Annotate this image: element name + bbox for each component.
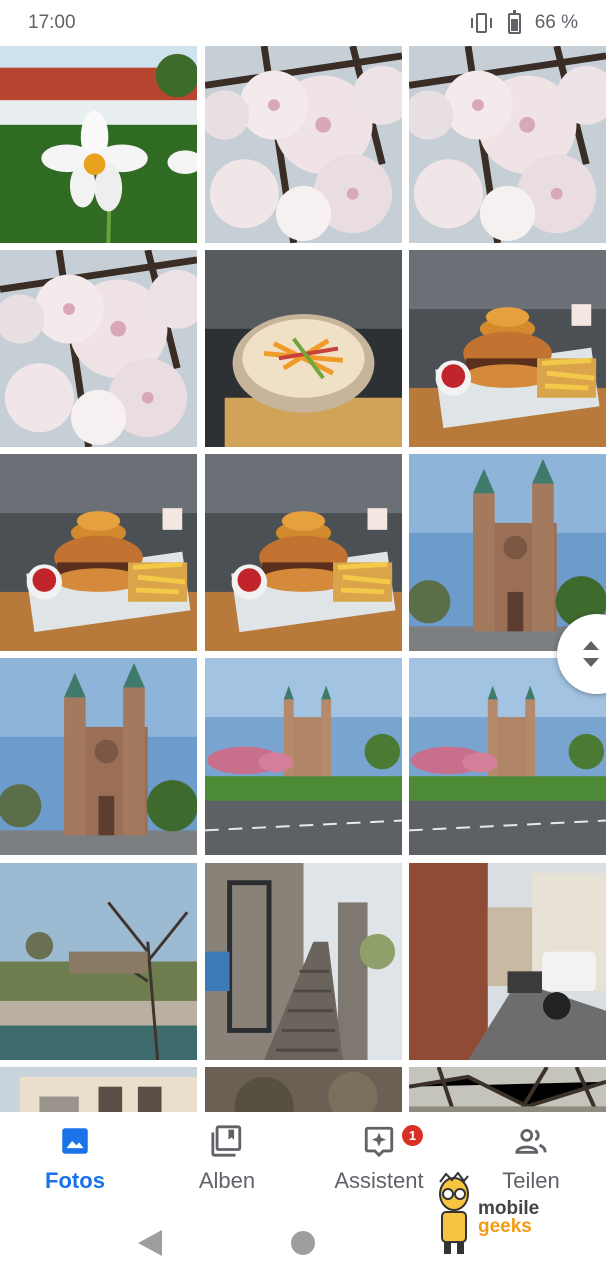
photo-blossom-3[interactable] xyxy=(0,250,197,447)
photo-building[interactable] xyxy=(0,1067,197,1112)
nav-fotos-label: Fotos xyxy=(45,1168,105,1193)
nav-assistent-label: Assistent xyxy=(334,1168,424,1193)
photo-street-image xyxy=(409,863,606,1060)
arrow-down-icon xyxy=(583,658,599,667)
photo-stairs[interactable] xyxy=(205,863,402,1060)
photo-salad-image xyxy=(205,250,402,447)
photo-blossom-1-image xyxy=(205,46,402,243)
photo-park-image xyxy=(0,863,197,1060)
photo-church-2-image xyxy=(0,658,197,855)
photo-salad[interactable] xyxy=(205,250,402,447)
notification-badge: 1 xyxy=(402,1125,423,1146)
photo-blossom-3-image xyxy=(0,250,197,447)
battery-charging-icon xyxy=(507,9,521,34)
photo-blossom-2-image xyxy=(409,46,606,243)
home-icon[interactable] xyxy=(291,1231,315,1255)
people-icon xyxy=(515,1128,547,1154)
photo-park[interactable] xyxy=(0,863,197,1060)
photo-daffodil[interactable] xyxy=(0,46,197,243)
photo-street[interactable] xyxy=(409,863,606,1060)
photo-church-3[interactable] xyxy=(205,658,402,855)
photo-daffodil-image xyxy=(0,46,197,243)
photo-icon xyxy=(62,1128,88,1154)
photo-burger-3[interactable] xyxy=(205,454,402,651)
status-time: 17:00 xyxy=(28,12,76,33)
photo-burger-2-image xyxy=(0,454,197,651)
photo-branches[interactable] xyxy=(409,1067,606,1112)
photo-video[interactable]: 0:06 xyxy=(205,1067,402,1112)
photo-blossom-1[interactable] xyxy=(205,46,402,243)
photo-video-image xyxy=(205,1067,402,1112)
photo-burger-2[interactable] xyxy=(0,454,197,651)
google-photos-screen: 17:00 66 % Fotos Alben Assistent 1 Teile… xyxy=(0,0,606,1280)
vibrate-icon xyxy=(468,12,494,34)
assistant-icon xyxy=(364,1126,394,1158)
photo-grid: 0:06 xyxy=(0,46,606,1112)
nav-alben[interactable]: Alben xyxy=(157,1124,297,1194)
photo-blossom-2[interactable] xyxy=(409,46,606,243)
nav-fotos[interactable]: Fotos xyxy=(5,1124,145,1194)
mascot-logo xyxy=(439,1171,469,1254)
photo-stairs-image xyxy=(205,863,402,1060)
photo-church-3-image xyxy=(205,658,402,855)
status-icons: 66 % xyxy=(468,9,578,34)
photo-burger-1-image xyxy=(409,250,606,447)
nav-alben-label: Alben xyxy=(198,1168,256,1193)
album-icon xyxy=(211,1125,242,1157)
status-bar: 17:00 66 % xyxy=(0,0,606,46)
back-icon[interactable] xyxy=(138,1230,162,1256)
battery-level: 66 % xyxy=(534,12,578,33)
photo-branches-image xyxy=(409,1067,606,1112)
photo-church-2[interactable] xyxy=(0,658,197,855)
photo-building-image xyxy=(0,1067,197,1112)
watermark-text-geeks: geeks xyxy=(478,1216,532,1237)
arrow-up-icon xyxy=(583,641,599,650)
photo-burger-1[interactable] xyxy=(409,250,606,447)
photo-burger-3-image xyxy=(205,454,402,651)
mobilegeeks-watermark: mobile geeks xyxy=(430,1171,570,1258)
nav-assistent[interactable]: Assistent xyxy=(309,1124,449,1194)
